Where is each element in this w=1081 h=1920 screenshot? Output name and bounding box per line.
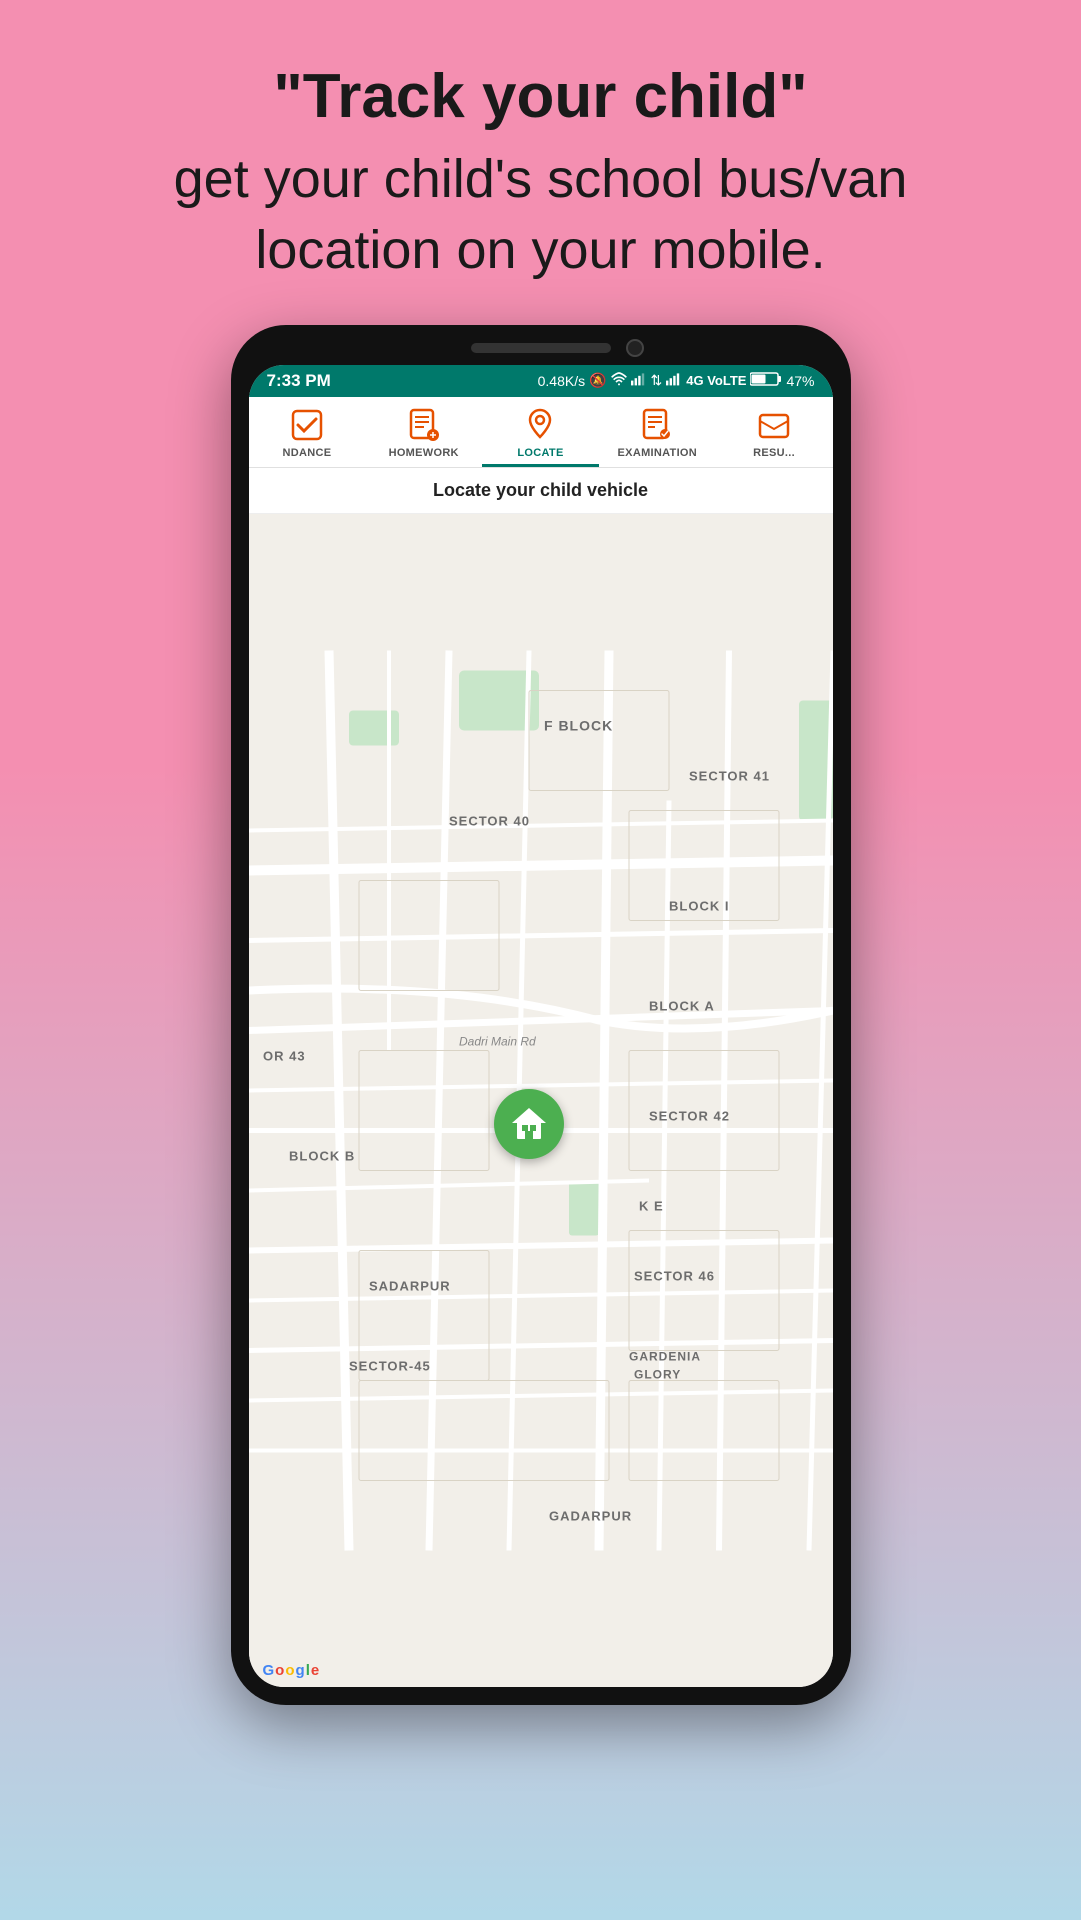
battery-percent: 47%	[786, 373, 814, 389]
tab-homework[interactable]: HOMEWORK	[365, 397, 482, 467]
battery-icon	[750, 372, 782, 389]
tab-attendance-label: NDANCE	[282, 447, 331, 459]
mute-icon: 🔕	[589, 372, 606, 389]
svg-text:SECTOR 42: SECTOR 42	[649, 1108, 730, 1123]
tab-result[interactable]: RESU...	[716, 397, 833, 467]
signal-icon-2	[666, 372, 682, 389]
network-type: 4G VoLTE	[686, 373, 746, 388]
tab-locate-label: LOCATE	[517, 447, 563, 459]
svg-text:GARDENIA: GARDENIA	[629, 1349, 701, 1363]
svg-text:GLORY: GLORY	[634, 1367, 681, 1381]
svg-text:BLOCK B: BLOCK B	[289, 1148, 355, 1163]
svg-text:SECTOR-45: SECTOR-45	[349, 1358, 431, 1373]
tab-locate[interactable]: LOCATE	[482, 397, 599, 467]
phone-speaker	[471, 343, 611, 353]
tab-homework-label: HOMEWORK	[389, 447, 459, 459]
phone-frame: 7:33 PM 0.48K/s 🔕 ⇅ 4G VoLTE	[231, 325, 851, 1705]
top-promo-text: "Track your child" get your child's scho…	[0, 0, 1081, 325]
status-speed: 0.48K/s	[538, 373, 585, 389]
status-bar: 7:33 PM 0.48K/s 🔕 ⇅ 4G VoLTE	[249, 365, 833, 397]
nav-tabs: NDANCE HOMEWORK	[249, 397, 833, 468]
tab-attendance[interactable]: NDANCE	[249, 397, 366, 467]
tab-result-label: RESU...	[753, 447, 795, 459]
phone-camera	[626, 339, 644, 357]
tab-examination-label: EXAMINATION	[618, 447, 697, 459]
svg-text:GADARPUR: GADARPUR	[549, 1508, 632, 1523]
svg-text:F BLOCK: F BLOCK	[544, 717, 613, 733]
headline: "Track your child"	[80, 60, 1001, 134]
status-right: 0.48K/s 🔕 ⇅ 4G VoLTE	[538, 372, 815, 389]
location-marker[interactable]	[494, 1089, 564, 1159]
phone-screen: 7:33 PM 0.48K/s 🔕 ⇅ 4G VoLTE	[249, 365, 833, 1687]
google-letter-o2: o	[285, 1662, 294, 1679]
subtext: get your child's school bus/van location…	[80, 144, 1001, 284]
map-section-header: Locate your child vehicle	[249, 468, 833, 514]
google-letter-o1: o	[275, 1662, 284, 1679]
svg-text:BLOCK A: BLOCK A	[649, 998, 715, 1013]
map-area[interactable]: F BLOCK SECTOR 40 SECTOR 41 BLOCK I BLOC…	[249, 514, 833, 1687]
map-header-text: Locate your child vehicle	[433, 480, 648, 500]
google-letter-g: G	[263, 1662, 275, 1679]
wifi-icon	[611, 372, 627, 389]
google-letter-g2: g	[296, 1662, 305, 1679]
svg-text:SECTOR 41: SECTOR 41	[689, 768, 770, 783]
svg-text:BLOCK I: BLOCK I	[669, 898, 729, 913]
svg-text:SECTOR 46: SECTOR 46	[634, 1268, 715, 1283]
google-letter-e: e	[311, 1662, 319, 1679]
svg-text:K E: K E	[639, 1198, 664, 1213]
tab-examination[interactable]: EXAMINATION	[599, 397, 716, 467]
signal-icon	[631, 372, 647, 389]
google-branding: G o o g l e	[263, 1662, 320, 1679]
svg-text:SADARPUR: SADARPUR	[369, 1278, 451, 1293]
svg-text:SECTOR 40: SECTOR 40	[449, 813, 530, 828]
svg-text:Dadri Main Rd: Dadri Main Rd	[459, 1034, 536, 1048]
google-letter-l: l	[306, 1662, 310, 1679]
page-wrapper: "Track your child" get your child's scho…	[0, 0, 1081, 1920]
svg-text:OR 43: OR 43	[263, 1048, 306, 1063]
data-arrows-icon: ⇅	[651, 372, 663, 389]
status-time: 7:33 PM	[267, 371, 331, 391]
